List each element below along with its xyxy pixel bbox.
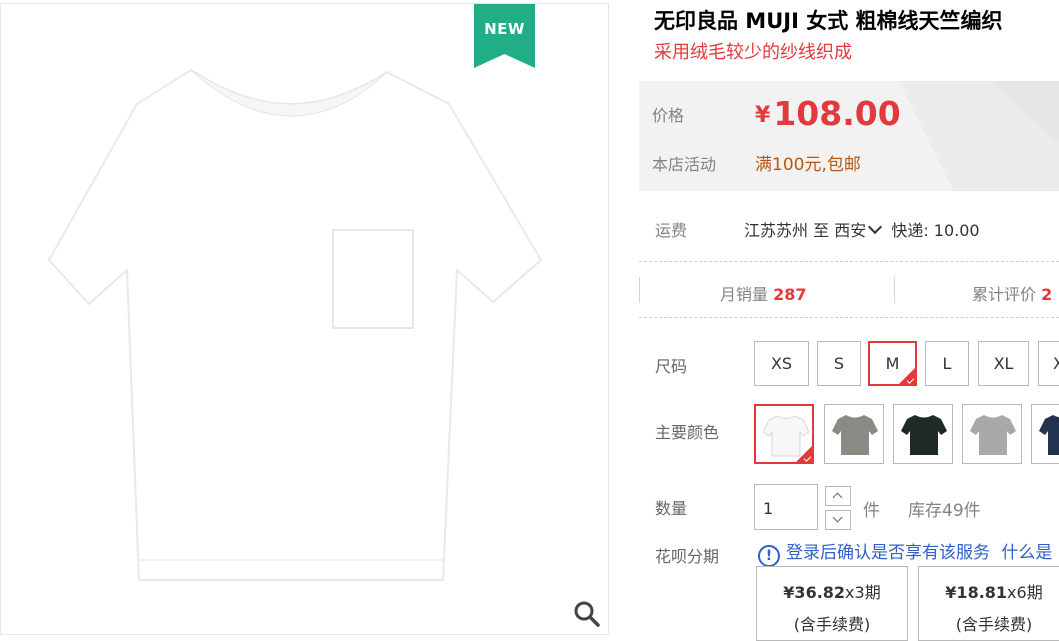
size-option-l[interactable]: L [925, 341, 969, 386]
installment-periods: x6期 [1007, 583, 1043, 602]
selected-check-icon [796, 446, 812, 462]
quantity-label: 数量 [655, 499, 688, 518]
size-label: 尺码 [655, 357, 688, 376]
promo-label: 本店活动 [652, 155, 717, 174]
selected-check-icon [899, 368, 915, 384]
monthly-sales: 月销量 287 [720, 281, 807, 305]
divider [639, 261, 1059, 262]
tshirt-thumbnail [832, 415, 878, 455]
size-option-text: S [833, 354, 845, 373]
price-number: 108.00 [773, 94, 901, 133]
divider [639, 317, 1059, 318]
chevron-down-icon[interactable] [868, 219, 883, 235]
product-title: 无印良品 MUJI 女式 粗棉线天竺编织 [654, 9, 1003, 33]
promo-text: 满100元,包邮 [755, 155, 861, 175]
new-badge: NEW [474, 4, 535, 68]
size-option-partial[interactable]: X [1038, 341, 1059, 386]
monthly-sales-value: 287 [773, 285, 807, 304]
color-swatch-light-gray[interactable] [962, 404, 1022, 464]
huabei-note-text: 登录后确认是否享有该服务 [786, 543, 990, 563]
product-subtitle: 采用绒毛较少的纱线织成 [654, 42, 852, 63]
size-option-text: L [942, 354, 952, 373]
size-option-text: XS [770, 354, 793, 373]
product-image-panel[interactable]: NEW [0, 3, 609, 635]
installment-periods: x3期 [845, 583, 881, 602]
quantity-input[interactable]: 1 [754, 484, 818, 530]
currency-symbol: ¥ [755, 103, 771, 128]
size-option-text: M [885, 354, 900, 373]
size-option-text: X [1053, 354, 1059, 373]
info-icon: ! [758, 545, 780, 567]
divider [894, 277, 895, 303]
reviews-value: 2 [1041, 285, 1053, 304]
tshirt-thumbnail [901, 415, 947, 455]
shipping-destination[interactable]: 西安 [834, 221, 866, 240]
price-value: ¥108.00 [755, 94, 901, 133]
shipping-destination-select[interactable]: 西安 [834, 219, 886, 240]
huabei-notice: ! 登录后确认是否享有该服务 什么是 [758, 538, 1052, 567]
size-option-xl[interactable]: XL [978, 341, 1029, 386]
zoom-icon[interactable] [573, 600, 601, 628]
shipping-label: 运费 [655, 221, 688, 240]
installment-fee: (含手续费) [793, 615, 871, 634]
installment-fee: (含手续费) [955, 615, 1033, 634]
huabei-help-link[interactable]: 什么是 [1001, 543, 1052, 563]
stock-count: 库存49件 [908, 501, 981, 521]
quantity-increase-button[interactable] [825, 486, 851, 506]
price-label: 价格 [652, 106, 685, 125]
sales-stats: 月销量 287 累计评价 2 [639, 263, 1059, 318]
shipping-origin: 江苏苏州 [744, 221, 809, 240]
installment-amount: ¥36.82 [783, 583, 846, 602]
color-swatch-black-green[interactable] [893, 404, 953, 464]
color-swatch-gray[interactable] [824, 404, 884, 464]
review-count[interactable]: 累计评价 2 [972, 281, 1052, 305]
quantity-unit: 件 [863, 501, 880, 521]
product-tshirt-image [47, 68, 543, 581]
monthly-sales-label: 月销量 [720, 285, 769, 304]
chevron-up-icon [832, 492, 843, 503]
size-option-text: XL [993, 354, 1014, 373]
new-badge-text: NEW [484, 20, 525, 38]
reviews-label: 累计评价 [972, 285, 1037, 304]
size-option-xs[interactable]: XS [754, 341, 809, 386]
huabei-label: 花呗分期 [655, 547, 720, 566]
quantity-decrease-button[interactable] [825, 510, 851, 530]
installment-option-6[interactable]: ¥18.81x6期 (含手续费) [918, 566, 1059, 641]
tshirt-thumbnail [970, 415, 1016, 455]
size-option-s[interactable]: S [817, 341, 861, 386]
installment-amount: ¥18.81 [945, 583, 1008, 602]
size-option-m[interactable]: M [868, 341, 917, 386]
shipping-info: 江苏苏州 至 西安 快递: 10.00 [744, 217, 980, 241]
color-swatch-navy[interactable] [1031, 404, 1059, 464]
divider [639, 277, 640, 303]
color-label: 主要颜色 [655, 423, 720, 442]
shipping-method: 快递: 10.00 [891, 221, 980, 240]
shipping-to: 至 [813, 221, 830, 240]
tshirt-thumbnail [1039, 415, 1059, 455]
installment-option-3[interactable]: ¥36.82x3期 (含手续费) [756, 566, 908, 641]
color-swatch-white[interactable] [754, 404, 814, 464]
chevron-down-icon [832, 512, 843, 523]
